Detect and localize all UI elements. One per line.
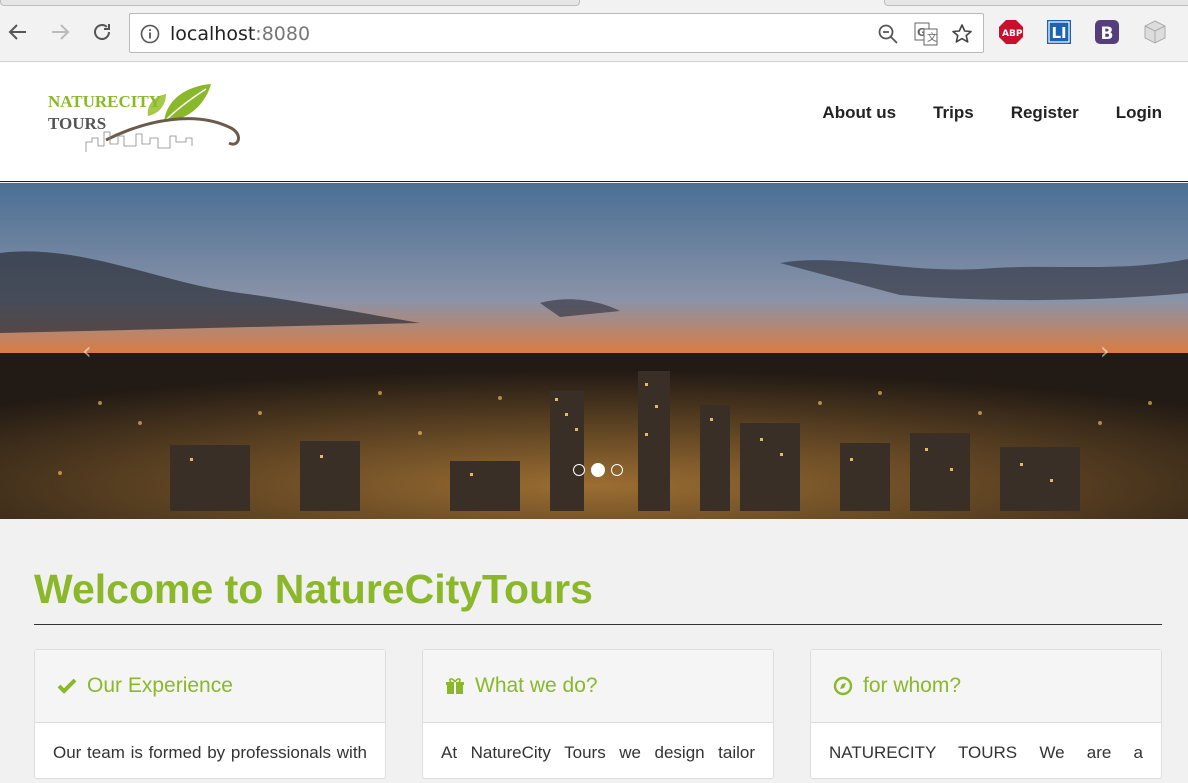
browser-tab[interactable] (0, 0, 580, 6)
panel-title: for whom? (863, 674, 962, 697)
tab-strip (0, 0, 1188, 6)
panel-body: At NatureCity Tours we design tailor (441, 743, 755, 762)
nav-login[interactable]: Login (1116, 103, 1162, 123)
panel-for-whom: for whom? NATURECITY TOURS We are a (810, 649, 1162, 779)
lastpass-icon[interactable]: LI (1046, 19, 1072, 45)
adblock-plus-icon[interactable]: ABP (998, 19, 1024, 45)
logo-line1-text: NATURECITY (48, 92, 162, 111)
panel-body: NATURECITY TOURS We are a (829, 743, 1143, 762)
carousel-indicator-1[interactable] (573, 464, 585, 476)
info-icon[interactable] (138, 22, 162, 46)
zoom-out-icon[interactable] (876, 22, 900, 46)
carousel-prev-arrow[interactable]: ‹ (82, 337, 92, 365)
reload-icon (94, 24, 110, 40)
url-port: :8080 (255, 23, 311, 45)
logo-line2: TOURS (48, 114, 107, 133)
panel-heading: Our Experience (35, 650, 385, 723)
back-button[interactable] (2, 16, 34, 48)
logo-line1: NATURECITY (48, 92, 161, 112)
hero-carousel[interactable]: ‹ › (0, 183, 1188, 519)
carousel-indicators (573, 463, 623, 477)
svg-text:B: B (1101, 24, 1114, 44)
panel-what-we-do: What we do? At NatureCity Tours we desig… (422, 649, 774, 779)
panel-title: What we do? (475, 674, 598, 697)
browser-tab[interactable] (884, 0, 1188, 6)
url-host: localhost (170, 23, 256, 45)
panel-body: Our team is formed by professionals with (53, 743, 367, 762)
back-arrow-icon (8, 24, 26, 40)
svg-text:ABP: ABP (1002, 29, 1023, 39)
forward-button[interactable] (44, 16, 76, 48)
bootstrap-icon[interactable]: B (1094, 19, 1120, 45)
compass-icon (833, 676, 853, 696)
carousel-next-arrow[interactable]: › (1100, 337, 1110, 365)
nav-about-us[interactable]: About us (822, 103, 896, 123)
svg-text:LI: LI (1052, 24, 1067, 42)
translate-icon[interactable]: G文 (914, 22, 938, 46)
panel-heading: for whom? (811, 650, 1161, 723)
checkmark-icon (57, 678, 77, 694)
gift-icon (446, 678, 464, 694)
forward-arrow-icon (52, 24, 70, 40)
panel-title: Our Experience (87, 674, 233, 697)
carousel-indicator-2[interactable] (591, 463, 605, 477)
nav-trips[interactable]: Trips (933, 103, 974, 123)
panel-our-experience: Our Experience Our team is formed by pro… (34, 649, 386, 779)
extension-cube-icon[interactable] (1142, 19, 1168, 45)
reload-button[interactable] (86, 16, 118, 48)
svg-text:文: 文 (927, 31, 937, 44)
browser-toolbar: localhost:8080 G文 ABP LI B (0, 0, 1188, 62)
url-text[interactable]: localhost:8080 (170, 23, 310, 45)
heading-divider (34, 624, 1162, 625)
site-header: NATURECITY TOURS About us Trips Register… (0, 62, 1188, 182)
main-nav: About us Trips Register Login (822, 103, 1162, 123)
nav-register[interactable]: Register (1011, 103, 1079, 123)
naturecity-logo[interactable]: NATURECITY TOURS (46, 80, 246, 160)
address-bar[interactable]: localhost:8080 G文 (129, 13, 984, 53)
bookmark-star-icon[interactable] (950, 22, 974, 46)
page-title: Welcome to NatureCityTours (34, 566, 593, 612)
panel-heading: What we do? (423, 650, 773, 723)
carousel-indicator-3[interactable] (611, 464, 623, 476)
